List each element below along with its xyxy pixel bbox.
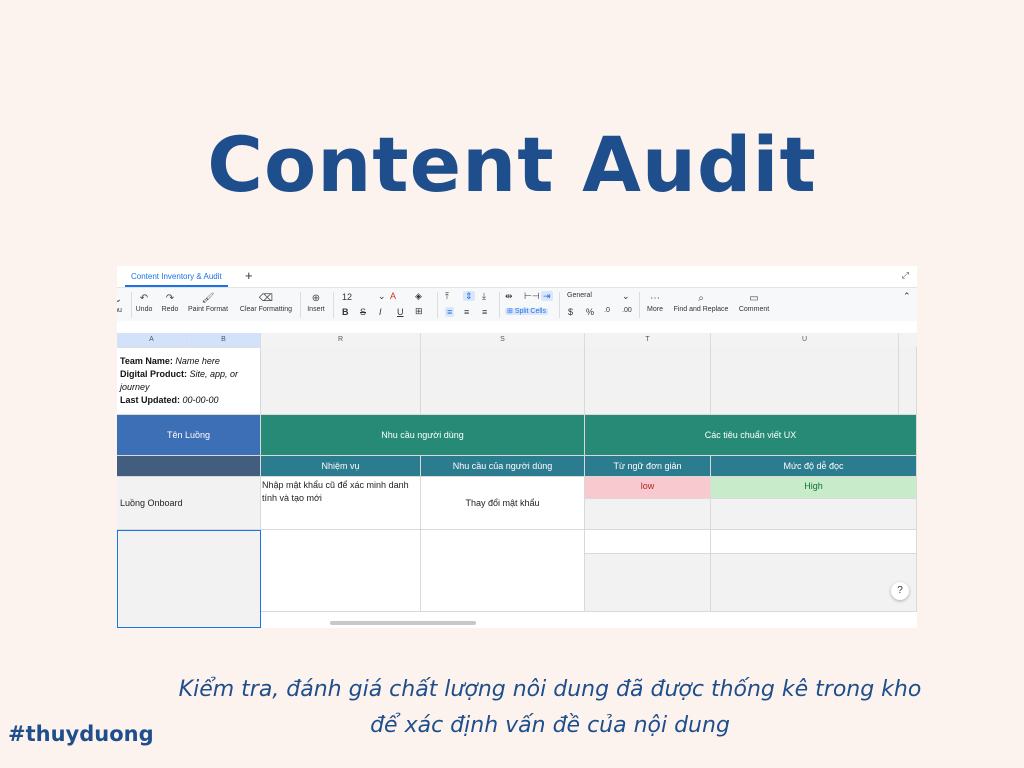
cell-task[interactable]: Nhập mật khẩu cũ để xác minh danh tính v…	[261, 477, 421, 530]
help-icon[interactable]: ?	[891, 582, 909, 600]
cell-readability[interactable]: High	[711, 477, 917, 499]
strikethrough-icon[interactable]: S	[360, 307, 366, 317]
bold-icon[interactable]: B	[342, 307, 349, 317]
selected-cell[interactable]	[117, 530, 261, 628]
toolbar: ⌄ nu ↶ Undo ↷ Redo 🖌 Paint Format ⌫ Clea…	[117, 287, 917, 323]
more-button[interactable]: ⋯ More	[643, 293, 667, 313]
align-right-icon[interactable]: ≡	[482, 307, 487, 317]
column-header-t[interactable]: T	[585, 333, 711, 347]
subheader-simple-words[interactable]: Từ ngữ đơn giản	[585, 456, 711, 477]
insert-button[interactable]: ⊕ Insert	[303, 293, 329, 313]
find-replace-button[interactable]: ⌕ Find and Replace	[671, 293, 731, 313]
tab-bar: Content Inventory & Audit + ⤢	[117, 266, 917, 287]
tab-content-inventory[interactable]: Content Inventory & Audit	[125, 266, 228, 287]
comment-button[interactable]: ▭ Comment	[735, 293, 773, 313]
cell[interactable]	[585, 347, 711, 415]
cell-user-need[interactable]: Thay đổi mật khẩu	[421, 477, 585, 530]
redo-icon: ↷	[165, 293, 175, 304]
underline-icon[interactable]: U	[397, 307, 404, 317]
split-cells-button[interactable]: ⊞ Split Cells	[505, 307, 548, 315]
split-cells-icon: ⊞	[507, 308, 513, 315]
spreadsheet-screenshot: Content Inventory & Audit + ⤢ ⌄ nu ↶ Und…	[117, 266, 917, 628]
add-tab-button[interactable]: +	[245, 268, 253, 283]
hashtag: #thuyduong	[8, 722, 154, 746]
subheader-readability[interactable]: Mức độ dễ đọc	[711, 456, 917, 477]
subheader-task[interactable]: Nhiệm vụ	[261, 456, 421, 477]
borders-icon[interactable]: ⊞	[415, 306, 423, 317]
paint-format-button[interactable]: 🖌 Paint Format	[185, 293, 231, 313]
header-ux-standards[interactable]: Các tiêu chuẩn viết UX	[585, 415, 917, 456]
align-bottom-icon[interactable]: ⤓	[482, 291, 486, 302]
decrease-decimal-icon[interactable]: .0	[604, 307, 610, 314]
align-middle-icon[interactable]: ⇕	[463, 291, 475, 302]
cell[interactable]	[421, 347, 585, 415]
header-flow[interactable]: Tên Luồng	[117, 415, 261, 456]
chevron-down-icon[interactable]: ⌄	[378, 291, 386, 302]
cell[interactable]	[711, 554, 917, 612]
clear-formatting-button[interactable]: ⌫ Clear Formatting	[237, 293, 295, 313]
align-top-icon[interactable]: ⤒	[445, 291, 449, 302]
undo-button[interactable]: ↶ Undo	[133, 293, 155, 313]
cell[interactable]	[711, 499, 917, 530]
plus-circle-icon: ⊕	[311, 293, 321, 304]
cell-simple-words[interactable]: low	[585, 477, 711, 499]
collapse-toolbar-icon[interactable]: ⌃	[903, 291, 911, 302]
cell[interactable]	[585, 554, 711, 612]
comment-icon: ▭	[749, 293, 759, 304]
info-cell[interactable]: Team Name: Name here Digital Product: Si…	[117, 347, 261, 415]
subheader-empty[interactable]	[117, 456, 261, 477]
column-header-u[interactable]: U	[711, 333, 899, 347]
find-icon: ⌕	[698, 293, 704, 304]
increase-decimal-icon[interactable]: .00	[622, 307, 632, 314]
percent-icon[interactable]: %	[586, 307, 594, 317]
paint-roller-icon: 🖌	[201, 293, 215, 304]
cell[interactable]	[421, 530, 585, 612]
cell[interactable]	[585, 499, 711, 530]
slide-caption: Kiểm tra, đánh giá chất lượng nôi dung đ…	[178, 677, 922, 738]
cell[interactable]	[899, 347, 917, 415]
cell[interactable]	[585, 530, 711, 554]
horizontal-scrollbar[interactable]	[330, 621, 476, 625]
column-headers: A B R S T U	[117, 333, 917, 348]
italic-icon[interactable]: I	[379, 307, 382, 317]
font-size-select[interactable]: 12	[342, 292, 352, 302]
column-header-b[interactable]: B	[187, 333, 261, 347]
align-center-icon[interactable]: ≡	[464, 307, 469, 317]
column-width-icon[interactable]: ⊢⊣	[524, 291, 540, 302]
redo-button[interactable]: ↷ Redo	[159, 293, 181, 313]
chevron-down-icon[interactable]: ⌄	[622, 291, 630, 302]
undo-icon: ↶	[139, 293, 149, 304]
cell-flow-name[interactable]: Luồng Onboard	[117, 477, 261, 530]
merge-icon[interactable]: ⇹	[505, 291, 513, 302]
slide-title: Content Audit	[207, 120, 817, 209]
expand-icon[interactable]: ⤢	[902, 270, 909, 281]
currency-icon[interactable]: $	[568, 307, 573, 317]
align-left-icon[interactable]: ≡	[445, 307, 455, 317]
header-user-needs[interactable]: Nhu cầu người dùng	[261, 415, 585, 456]
more-icon: ⋯	[650, 293, 660, 304]
eraser-icon: ⌫	[258, 293, 274, 304]
chevron-down-icon: ⌄	[117, 294, 123, 305]
wrap-icon[interactable]: ⇥	[541, 291, 553, 302]
text-color-icon[interactable]: A	[390, 291, 396, 301]
column-header-r[interactable]: R	[261, 333, 421, 347]
column-header-a[interactable]: A	[117, 333, 187, 347]
subheader-user-need[interactable]: Nhu cầu của người dùng	[421, 456, 585, 477]
cell[interactable]	[711, 347, 899, 415]
cell[interactable]	[711, 530, 917, 554]
fill-color-icon[interactable]: ◈	[415, 291, 422, 302]
cell[interactable]	[261, 530, 421, 612]
column-header-s[interactable]: S	[421, 333, 585, 347]
number-format-select[interactable]: General	[567, 292, 592, 299]
menu-button[interactable]: ⌄ nu	[117, 294, 123, 314]
cell[interactable]	[261, 347, 421, 415]
